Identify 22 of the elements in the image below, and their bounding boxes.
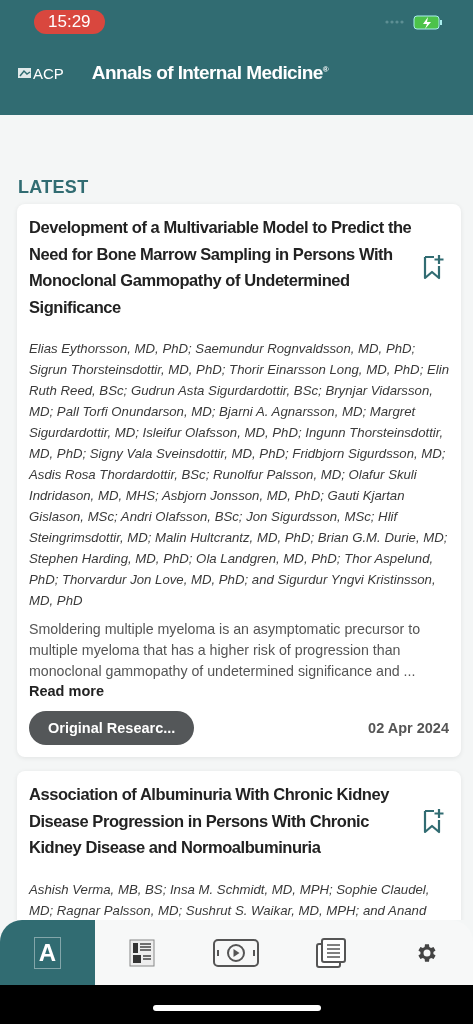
stacked-documents-icon (316, 937, 347, 968)
tab-item[interactable]: A (0, 920, 95, 985)
article-card[interactable] (17, 771, 461, 920)
article-authors: Ashish Verma, MB, BS; Insa M. Schmidt, MD, MPH; Sophie Claudel, MD; Ragnar Palsson, MD; Sushrut S. Waikar, MD, MPH; and Anand (29, 880, 431, 920)
video-play-icon (213, 938, 260, 967)
bookmark-add-icon[interactable] (423, 254, 445, 280)
article-title[interactable]: Association of Albuminuria With Chronic Kidney Disease Progression in Persons With Chronic Kidney Disease and Normoalbuminuria (29, 781, 413, 861)
article-abstract: Smoldering multiple myeloma is an asymptomatic precursor to multiple myeloma that has a higher risk of progression than monoclonal gammopathy of undetermined significance and ... (29, 620, 422, 681)
battery-charging-icon (413, 14, 443, 30)
status-time: 15:29 (34, 10, 105, 34)
publish-date: 02 Apr 2024 (368, 720, 449, 736)
article-title[interactable]: Development of a Multivariable Model to Predict the Need for Bone Marrow Sampling in Persons With Monoclonal Gammopathy of Undetermined Significance (29, 214, 413, 320)
read-more-link[interactable]: Read more (29, 683, 104, 699)
acp-logo: ACP (18, 64, 64, 82)
article-authors: Elias Eythorsson, MD, PhD; Saemundur Rognvaldsson, MD, PhD; Sigrun Thorsteinsdottir, MD, PhD; Thorir Einarsson Long, MD, PhD; Elin Ruth Reed, BSc; Gudrun Asta Sigurdardottir, BSc; Brynjar Vidarsson, MD; Pall Torfi Onundarson, MD; Bjarni A. Agnarsson, MD; Margret Sigurdardottir, MD; Isleifur Olafsson, MD, PhD; Ingunn Thorsteinsdottir, MD, PhD; Signy Vala Sveinsdottir, MD, PhD; Fridbjorn Sigurdsson, MD; Asdis Rosa Thordardottir, BSc; Runolfur Palsson, MD; Olafur Skuli Indridason, MD, MHS; Asbjorn Jonsson, MD, PhD; Gauti Kjartan Gislason, MSc; Andri Olafsson, BSc; Jon Sigurdsson, MSc; Hlif Steingrimsdottir, MD; Malin Hultcrantz, MD, PhD; Brian G.M. Durie, MD; Stephen Harding, MD, PhD; Ola Landgren, MD, PhD; Thor Aspelund, PhD; Thorvardur Jon Love, MD, PhD; and Sigurdur Yngvi Kristinsson, MD, PhD (29, 340, 449, 610)
category-tag[interactable]: Original Researc... (29, 711, 195, 745)
section-heading: LATEST (18, 177, 90, 198)
journal-title: Annals of Internal Medicine$^{®}$ (91, 62, 328, 84)
bookmark-add-icon[interactable] (423, 807, 445, 834)
article-card[interactable] (17, 204, 461, 757)
signal-dots-icon (385, 20, 405, 24)
journal-issue-icon (128, 938, 155, 967)
